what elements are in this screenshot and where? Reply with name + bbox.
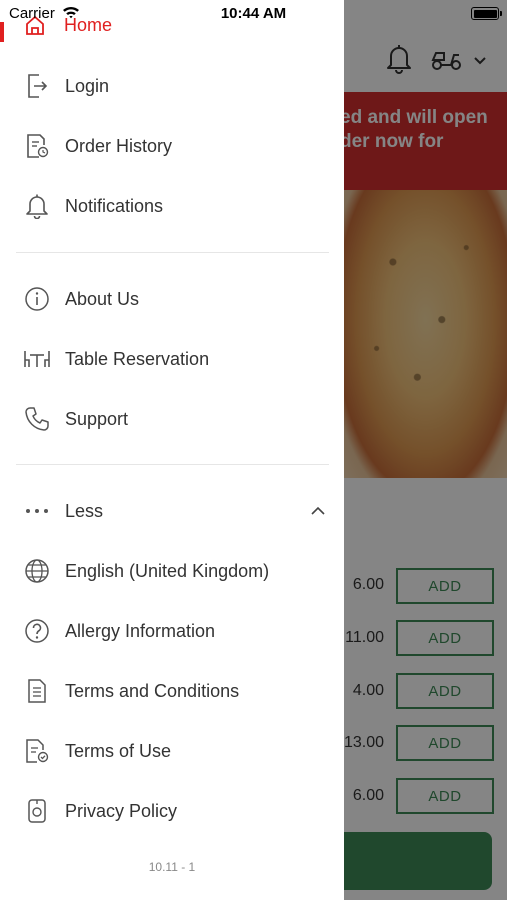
menu-item-label: Order History [65,135,173,156]
menu-item-terms-of-use[interactable]: Terms of Use [0,729,344,773]
divider [16,464,329,465]
menu-item-label: Notifications [65,195,164,216]
menu-item-table-reservation[interactable]: Table Reservation [0,337,344,381]
menu-item-notifications[interactable]: Notifications [0,184,344,228]
menu-item-language[interactable]: English (United Kingdom) [0,549,344,593]
menu-item-privacy-policy[interactable]: Privacy Policy [0,789,344,833]
menu-item-label: Less [65,500,104,521]
globe-icon [23,557,51,585]
menu-item-label: Privacy Policy [65,800,178,821]
document-icon [23,677,51,705]
login-icon [23,72,51,100]
menu-item-support[interactable]: Support [0,397,344,441]
menu-item-label: English (United Kingdom) [65,560,270,581]
chevron-up-icon [309,503,327,519]
menu-item-allergy-information[interactable]: Allergy Information [0,609,344,653]
document-check-icon [23,737,51,765]
bell-icon [23,192,51,220]
privacy-icon [23,797,51,825]
menu-item-label: Login [65,75,110,96]
menu-item-label: Terms and Conditions [65,680,240,701]
menu-item-terms-and-conditions[interactable]: Terms and Conditions [0,669,344,713]
order-history-icon [23,132,51,160]
menu-item-label: Support [65,408,129,429]
menu-item-label: Table Reservation [65,348,210,369]
navigation-drawer: Home Login Order History Notifications A… [0,0,344,900]
question-icon [23,617,51,645]
phone-icon [23,405,51,433]
menu-item-label: Terms of Use [65,740,172,761]
app-version: 10.11 - 1 [148,860,196,874]
battery-tip [500,11,502,16]
status-bar: Carrier 10:44 AM [0,0,507,28]
menu-item-order-history[interactable]: Order History [0,124,344,168]
menu-item-label: Allergy Information [65,620,216,641]
divider [16,252,329,253]
more-dots-icon [23,497,51,525]
menu-item-login[interactable]: Login [0,64,344,108]
info-icon [23,285,51,313]
menu-item-label: About Us [65,288,140,309]
table-icon [23,345,51,373]
menu-item-about-us[interactable]: About Us [0,277,344,321]
menu-item-less[interactable]: Less [0,489,344,533]
battery-icon [471,7,499,20]
clock: 10:44 AM [220,5,287,22]
